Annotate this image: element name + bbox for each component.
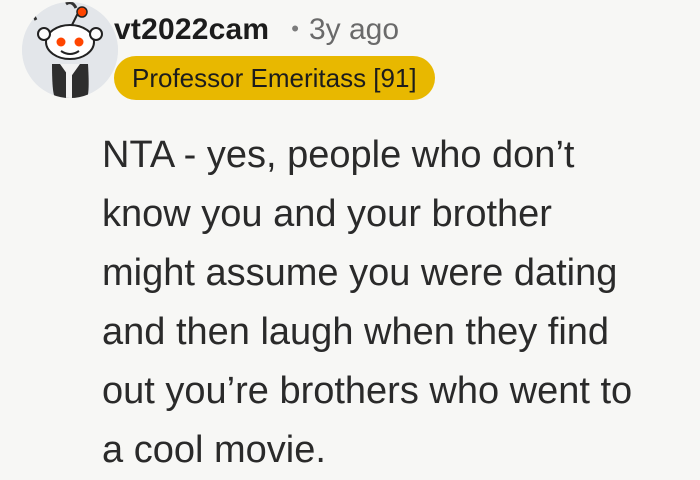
reddit-snoo-avatar-icon bbox=[22, 2, 118, 98]
comment-body: NTA - yes, people who don’t know you and… bbox=[102, 126, 692, 480]
comment-body-line: might assume you were dating bbox=[102, 252, 618, 294]
comment-header: vt2022cam • 3y ago bbox=[114, 8, 399, 52]
comment-body-line: a cool movie. bbox=[102, 429, 326, 471]
user-avatar[interactable] bbox=[22, 2, 118, 98]
comment-body-line: NTA - yes, people who don’t bbox=[102, 134, 575, 176]
comment-body-line: out you’re brothers who went to bbox=[102, 370, 633, 412]
comment-body-line: and then laugh when they find bbox=[102, 311, 610, 353]
user-flair-badge[interactable]: Professor Emeritass [91] bbox=[114, 56, 435, 100]
comment: vt2022cam • 3y ago Professor Emeritass [… bbox=[0, 0, 700, 476]
username-link[interactable]: vt2022cam bbox=[114, 13, 269, 47]
separator-dot: • bbox=[291, 16, 299, 41]
comment-body-line: know you and your brother bbox=[102, 193, 552, 235]
timestamp-link[interactable]: 3y ago bbox=[309, 13, 399, 47]
